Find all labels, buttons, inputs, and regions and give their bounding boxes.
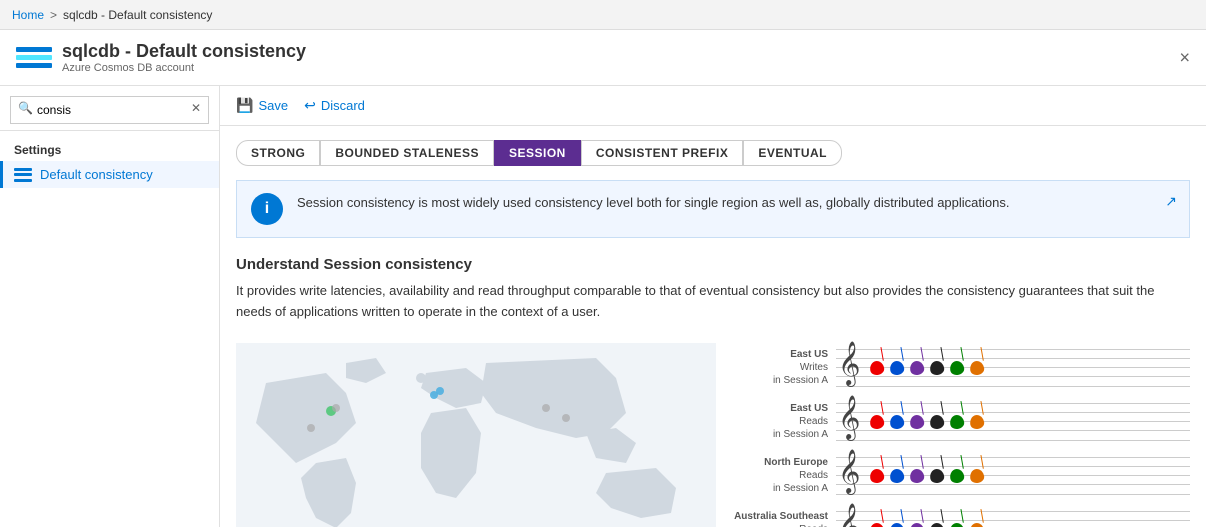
treble-clef-1: 𝄞 bbox=[838, 345, 860, 383]
page-title: sqlcdb - Default consistency bbox=[62, 41, 306, 62]
close-button[interactable]: × bbox=[1179, 47, 1190, 68]
save-button[interactable]: 💾 Save bbox=[236, 97, 288, 114]
note-red bbox=[869, 359, 885, 375]
save-label: Save bbox=[258, 98, 288, 113]
tab-eventual[interactable]: EVENTUAL bbox=[743, 140, 842, 166]
note-red bbox=[869, 467, 885, 483]
consistency-tabs: STRONG BOUNDED STALENESS SESSION CONSIST… bbox=[220, 126, 1206, 166]
notes-2 bbox=[866, 399, 1190, 445]
world-map bbox=[236, 343, 716, 527]
music-row-east-us-writes: East US Writes in Session A 𝄞 bbox=[726, 343, 1190, 393]
note-orange bbox=[969, 521, 985, 527]
toolbar: 💾 Save ↩ Discard bbox=[220, 86, 1206, 126]
note-black bbox=[929, 359, 945, 375]
staff-australia-reads: 𝄞 bbox=[836, 507, 1190, 527]
sidebar-item-default-consistency[interactable]: Default consistency bbox=[0, 161, 219, 188]
note-purple bbox=[909, 467, 925, 483]
tab-bounded-staleness[interactable]: BOUNDED STALENESS bbox=[320, 140, 494, 166]
breadcrumb-current: sqlcdb - Default consistency bbox=[63, 8, 212, 22]
row-label-east-us-writes: East US Writes in Session A bbox=[726, 348, 836, 387]
music-row-australia-reads: Australia Southeast Reads in Session B 𝄞 bbox=[726, 505, 1190, 527]
note-blue bbox=[889, 521, 905, 527]
music-visualization: East US Writes in Session A 𝄞 bbox=[220, 333, 1206, 527]
breadcrumb-home[interactable]: Home bbox=[12, 8, 44, 22]
music-row-east-us-reads: East US Reads in Session A 𝄞 bbox=[726, 397, 1190, 447]
music-row-north-europe-reads: North Europe Reads in Session A 𝄞 bbox=[726, 451, 1190, 501]
note-orange bbox=[969, 467, 985, 483]
note-red bbox=[869, 521, 885, 527]
row-label-north-europe-reads: North Europe Reads in Session A bbox=[726, 456, 836, 495]
tab-consistent-prefix[interactable]: CONSISTENT PREFIX bbox=[581, 140, 744, 166]
page-subtitle: Azure Cosmos DB account bbox=[62, 62, 306, 74]
staff-east-us-writes: 𝄞 bbox=[836, 345, 1190, 391]
notes-3 bbox=[866, 453, 1190, 499]
page-header: sqlcdb - Default consistency Azure Cosmo… bbox=[0, 30, 1206, 86]
discard-icon: ↩ bbox=[304, 97, 316, 114]
sidebar-search-container: 🔍 ✕ bbox=[0, 86, 219, 130]
cosmos-db-icon bbox=[16, 40, 52, 76]
tab-strong[interactable]: STRONG bbox=[236, 140, 320, 166]
external-link-icon[interactable]: ↗ bbox=[1165, 193, 1177, 210]
menu-icon bbox=[14, 168, 32, 182]
note-green bbox=[949, 521, 965, 527]
note-blue bbox=[889, 359, 905, 375]
info-icon: i bbox=[251, 193, 283, 225]
info-box: i Session consistency is most widely use… bbox=[236, 180, 1190, 238]
note-orange bbox=[969, 359, 985, 375]
note-purple bbox=[909, 521, 925, 527]
notes-4 bbox=[866, 507, 1190, 527]
save-icon: 💾 bbox=[236, 97, 253, 114]
sidebar: 🔍 ✕ Settings Default consistency bbox=[0, 86, 220, 527]
sidebar-section-label: Settings bbox=[0, 135, 219, 161]
treble-clef-3: 𝄞 bbox=[838, 453, 860, 491]
header-title-group: sqlcdb - Default consistency Azure Cosmo… bbox=[62, 41, 306, 74]
tab-session[interactable]: SESSION bbox=[494, 140, 581, 166]
note-black bbox=[929, 467, 945, 483]
staff-east-us-reads: 𝄞 bbox=[836, 399, 1190, 445]
note-black bbox=[929, 413, 945, 429]
row-label-australia-reads: Australia Southeast Reads in Session B bbox=[726, 510, 836, 527]
treble-clef-4: 𝄞 bbox=[838, 507, 860, 527]
session-section: Understand Session consistency It provid… bbox=[220, 248, 1206, 333]
note-purple bbox=[909, 413, 925, 429]
search-input[interactable] bbox=[10, 96, 209, 124]
note-red bbox=[869, 413, 885, 429]
session-description: It provides write latencies, availabilit… bbox=[236, 281, 1190, 323]
note-green bbox=[949, 413, 965, 429]
world-map-svg bbox=[236, 343, 716, 527]
music-rows-container: East US Writes in Session A 𝄞 bbox=[726, 343, 1190, 527]
clear-search-icon[interactable]: ✕ bbox=[191, 101, 201, 115]
note-blue bbox=[889, 467, 905, 483]
note-green bbox=[949, 359, 965, 375]
discard-label: Discard bbox=[321, 98, 365, 113]
sidebar-item-label: Default consistency bbox=[40, 167, 153, 182]
note-black bbox=[929, 521, 945, 527]
note-orange bbox=[969, 413, 985, 429]
session-title: Understand Session consistency bbox=[236, 256, 1190, 273]
note-green bbox=[949, 467, 965, 483]
info-text: Session consistency is most widely used … bbox=[297, 193, 1009, 213]
note-blue bbox=[889, 413, 905, 429]
treble-clef-2: 𝄞 bbox=[838, 399, 860, 437]
row-label-east-us-reads: East US Reads in Session A bbox=[726, 402, 836, 441]
note-purple bbox=[909, 359, 925, 375]
main-layout: 🔍 ✕ Settings Default consistency 💾 Save … bbox=[0, 86, 1206, 527]
search-icon: 🔍 bbox=[18, 101, 33, 115]
content-area: 💾 Save ↩ Discard STRONG BOUNDED STALENES… bbox=[220, 86, 1206, 527]
discard-button[interactable]: ↩ Discard bbox=[304, 97, 365, 114]
breadcrumb-separator: > bbox=[50, 8, 57, 22]
staff-north-europe-reads: 𝄞 bbox=[836, 453, 1190, 499]
notes-1 bbox=[866, 345, 1190, 391]
breadcrumb: Home > sqlcdb - Default consistency bbox=[0, 0, 1206, 30]
sidebar-divider bbox=[0, 130, 219, 131]
